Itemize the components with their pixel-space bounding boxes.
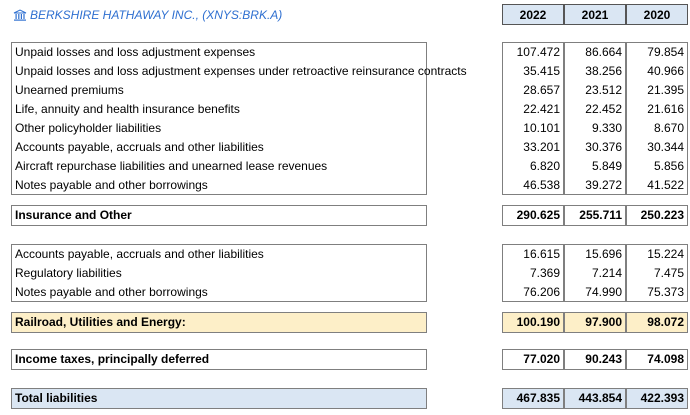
total-cell: 100.190 [502,312,564,333]
value-cell: 39.272 [585,178,622,192]
year-header-2021: 2021 [564,4,626,25]
total-cell: 467.835 [502,388,564,409]
income-taxes-label-cell: Income taxes, principally deferred [11,349,427,370]
value-cell: 23.512 [585,83,622,97]
total-label: Railroad, Utilities and Energy: [15,315,186,329]
row-label: Aircraft repurchase liabilities and unea… [15,159,328,173]
row-label: Notes payable and other borrowings [15,178,208,192]
value-cell: 9.330 [591,121,622,135]
value-cell: 21.616 [647,102,684,116]
value-cell: 40.966 [647,64,684,78]
value-cell: 107.472 [516,45,560,59]
value-cell: 30.344 [647,140,684,154]
bank-icon [13,9,27,21]
company-title[interactable]: BERKSHIRE HATHAWAY INC., (XNYS:BRK.A) [13,7,282,23]
section2-col-2020: 15.224 7.475 75.373 [626,244,688,302]
row-label: Notes payable and other borrowings [15,285,208,299]
value-cell: 15.696 [585,247,622,261]
value-cell: 5.856 [653,159,684,173]
value-cell: 22.421 [523,102,560,116]
total-cell: 422.393 [626,388,688,409]
total-label: Total liabilities [15,391,98,405]
total-cell: 97.900 [564,312,626,333]
section2-col-2021: 15.696 7.214 74.990 [564,244,626,302]
section1-col-2021: 86.664 38.256 23.512 22.452 9.330 30.376… [564,42,626,195]
value-cell: 75.373 [647,285,684,299]
total-value: 98.072 [647,315,684,329]
value-cell: 21.395 [647,83,684,97]
row-label: Accounts payable, accruals and other lia… [15,247,264,261]
total-value: 77.020 [523,352,560,366]
value-cell: 8.670 [653,121,684,135]
value-cell: 7.475 [653,266,684,280]
value-cell: 38.256 [585,64,622,78]
section2-labels: Accounts payable, accruals and other lia… [11,244,427,302]
year-header-2020: 2020 [626,4,688,25]
value-cell: 46.538 [523,178,560,192]
value-cell: 35.415 [523,64,560,78]
total-cell: 290.625 [502,205,564,226]
total-value: 467.835 [516,391,560,405]
total-cell: 98.072 [626,312,688,333]
year-header-2022: 2022 [502,4,564,25]
total-value: 290.625 [516,208,560,222]
total-value: 443.854 [578,391,622,405]
section1-col-2022: 107.472 35.415 28.657 22.421 10.101 33.2… [502,42,564,195]
total-label: Income taxes, principally deferred [15,352,210,366]
section1-col-2020: 79.854 40.966 21.395 21.616 8.670 30.344… [626,42,688,195]
total-value: 100.190 [516,315,560,329]
total-value: 255.711 [579,208,622,222]
total-cell: 255.711 [564,205,626,226]
row-label: Accounts payable, accruals and other lia… [15,140,264,154]
row-label: Unearned premiums [15,83,124,97]
value-cell: 41.522 [647,178,684,192]
value-cell: 10.101 [523,121,560,135]
value-cell: 6.820 [529,159,560,173]
value-cell: 5.849 [591,159,622,173]
row-label: Life, annuity and health insurance benef… [15,102,240,116]
row-label: Unpaid losses and loss adjustment expens… [15,45,256,59]
total-cell: 250.223 [626,205,688,226]
value-cell: 7.214 [591,266,622,280]
value-cell: 74.990 [585,285,622,299]
row-label: Other policyholder liabilities [15,121,162,135]
total-label: Insurance and Other [15,208,132,222]
total-cell: 74.098 [626,349,688,370]
value-cell: 86.664 [585,45,622,59]
row-label: Regulatory liabilities [15,266,122,280]
total-value: 97.900 [585,315,622,329]
row-label: Unpaid losses and loss adjustment expens… [15,64,467,78]
railroad-total-label-cell: Railroad, Utilities and Energy: [11,312,427,333]
total-cell: 77.020 [502,349,564,370]
total-cell: 443.854 [564,388,626,409]
value-cell: 22.452 [585,102,622,116]
section2-col-2022: 16.615 7.369 76.206 [502,244,564,302]
value-cell: 16.615 [523,247,560,261]
value-cell: 30.376 [585,140,622,154]
total-liabilities-label-cell: Total liabilities [11,388,427,409]
value-cell: 7.369 [529,266,560,280]
value-cell: 28.657 [523,83,560,97]
value-cell: 15.224 [647,247,684,261]
value-cell: 76.206 [523,285,560,299]
total-cell: 90.243 [564,349,626,370]
total-value: 90.243 [585,352,622,366]
total-value: 250.223 [640,208,684,222]
value-cell: 33.201 [523,140,560,154]
value-cell: 79.854 [647,45,684,59]
total-value: 74.098 [647,352,684,366]
total-value: 422.393 [640,391,684,405]
company-title-text: BERKSHIRE HATHAWAY INC., (XNYS:BRK.A) [30,8,283,22]
insurance-total-label-cell: Insurance and Other [11,205,427,226]
section1-labels: Unpaid losses and loss adjustment expens… [11,42,467,195]
